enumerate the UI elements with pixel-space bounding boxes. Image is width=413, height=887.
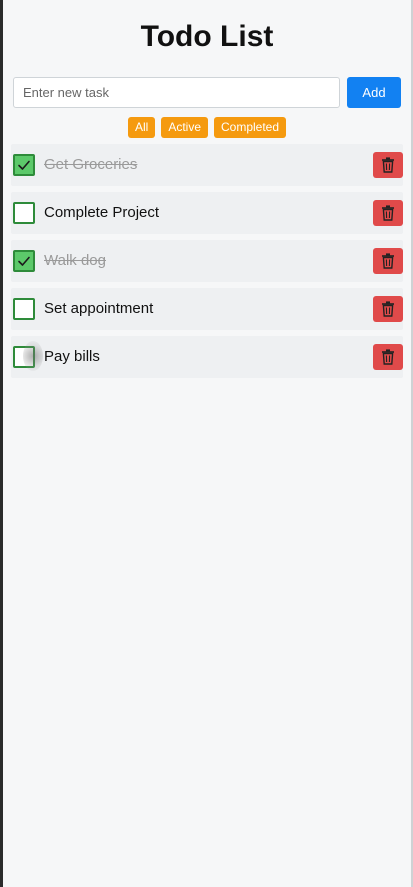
add-button[interactable]: Add <box>347 77 401 108</box>
filter-bar: All Active Completed <box>3 117 411 138</box>
todo-item: Get Groceries <box>11 144 403 186</box>
todo-text: Set appointment <box>44 300 154 317</box>
add-task-row: Add <box>13 77 401 108</box>
todo-list: Get Groceries Complete Project Walk dog … <box>11 144 403 384</box>
filter-active-button[interactable]: Active <box>161 117 208 138</box>
todo-text: Walk dog <box>44 252 106 269</box>
todo-checkbox[interactable] <box>13 298 35 320</box>
checkmark-icon <box>18 160 30 170</box>
delete-button[interactable] <box>373 200 403 226</box>
new-task-input[interactable] <box>13 77 340 108</box>
trash-icon <box>382 301 394 317</box>
trash-icon <box>382 205 394 221</box>
delete-button[interactable] <box>373 152 403 178</box>
todo-text: Pay bills <box>44 348 100 365</box>
todo-text: Complete Project <box>44 204 160 221</box>
trash-icon <box>382 349 394 365</box>
todo-checkbox[interactable] <box>13 202 35 224</box>
filter-completed-button[interactable]: Completed <box>214 117 287 138</box>
checkmark-icon <box>18 256 30 266</box>
todo-item: Pay bills <box>11 336 403 378</box>
trash-icon <box>382 253 394 269</box>
todo-checkbox[interactable] <box>13 250 35 272</box>
todo-app: Todo List Add All Active Completed Get G… <box>3 0 411 887</box>
pointer-cursor <box>23 341 43 371</box>
delete-button[interactable] <box>373 296 403 322</box>
delete-button[interactable] <box>373 248 403 274</box>
todo-checkbox[interactable] <box>13 154 35 176</box>
filter-all-button[interactable]: All <box>127 117 156 138</box>
page-title: Todo List <box>140 20 274 53</box>
todo-item: Complete Project <box>11 192 403 234</box>
delete-button[interactable] <box>373 344 403 370</box>
trash-icon <box>382 157 394 173</box>
todo-item: Walk dog <box>11 240 403 282</box>
todo-item: Set appointment <box>11 288 403 330</box>
todo-text: Get Groceries <box>44 156 138 173</box>
